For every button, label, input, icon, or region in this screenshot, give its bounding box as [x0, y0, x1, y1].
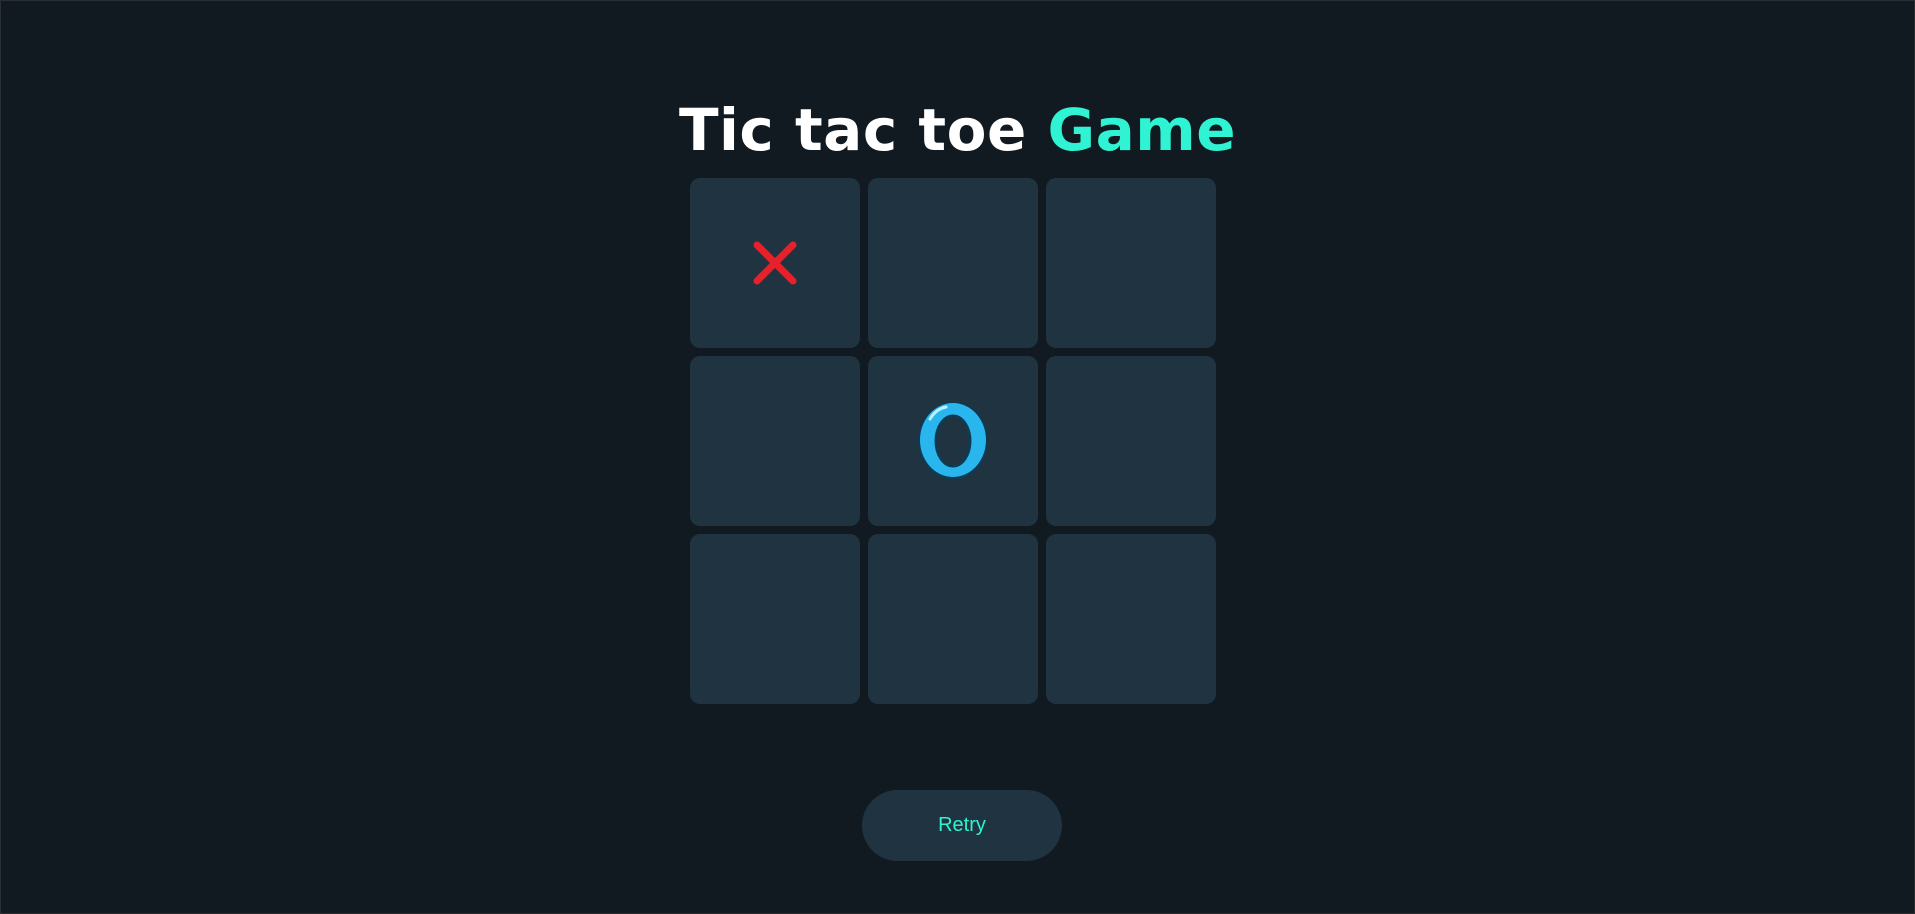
o-mark-icon [913, 399, 993, 483]
x-mark-icon [751, 239, 799, 287]
cell-5[interactable] [1046, 356, 1216, 526]
cell-1[interactable] [868, 178, 1038, 348]
cell-3[interactable] [690, 356, 860, 526]
cell-7[interactable] [868, 534, 1038, 704]
retry-button[interactable]: Retry [862, 790, 1062, 861]
cell-0[interactable] [690, 178, 860, 348]
page-title: Tic tac toe Game [0, 101, 1915, 159]
cell-8[interactable] [1046, 534, 1216, 704]
title-main: Tic tac toe [678, 95, 1027, 164]
game-board [690, 178, 1217, 705]
title-accent: Game [1047, 95, 1237, 164]
cell-2[interactable] [1046, 178, 1216, 348]
cell-4[interactable] [868, 356, 1038, 526]
cell-6[interactable] [690, 534, 860, 704]
